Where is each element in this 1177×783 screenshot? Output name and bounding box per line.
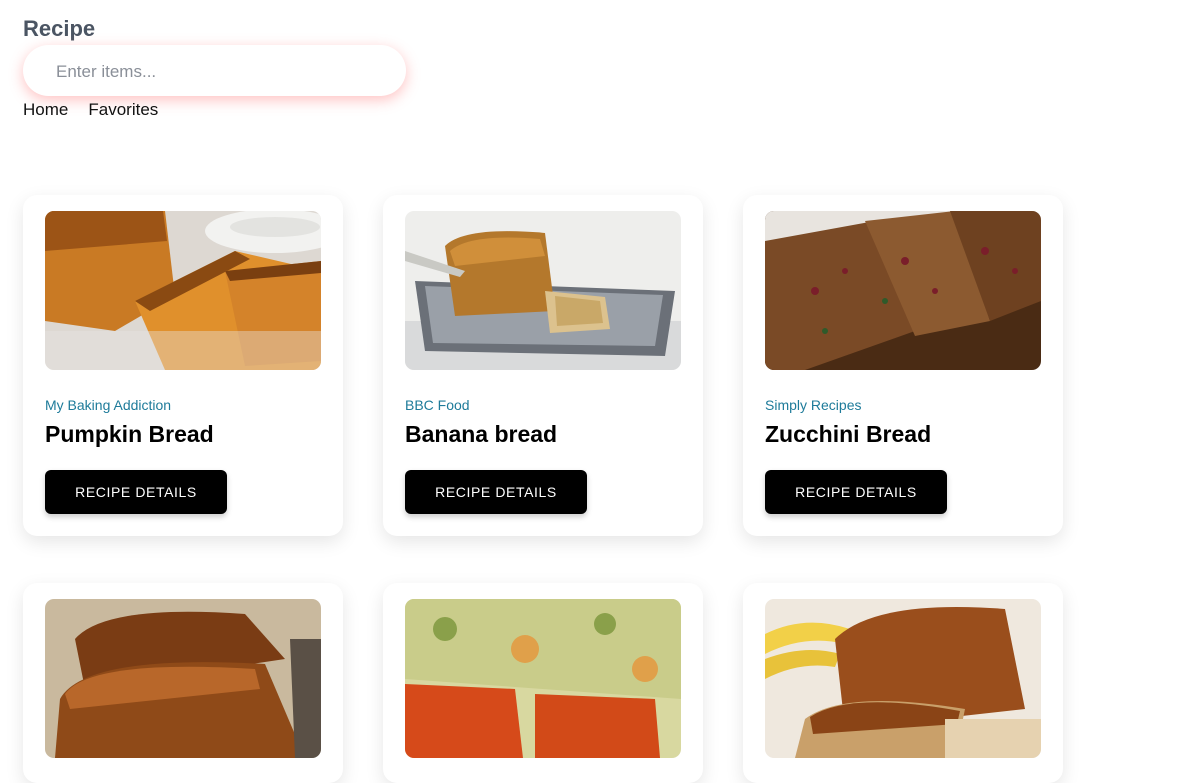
recipe-image	[765, 211, 1041, 370]
recipe-card: Simply Recipes Zucchini Bread RECIPE DET…	[743, 195, 1063, 536]
recipe-card	[23, 583, 343, 783]
nav-favorites-link[interactable]: Favorites	[88, 100, 158, 120]
recipe-source-link[interactable]: My Baking Addiction	[45, 397, 171, 413]
recipe-title: Banana bread	[405, 421, 558, 447]
recipe-title: Zucchini Bread	[765, 421, 932, 447]
search-input[interactable]	[54, 45, 398, 98]
recipe-image	[45, 211, 321, 370]
recipe-image	[405, 211, 681, 370]
main-nav: Home Favorites	[23, 100, 158, 120]
recipe-image	[45, 599, 321, 758]
nav-home-link[interactable]: Home	[23, 100, 68, 120]
recipe-source-link[interactable]: Simply Recipes	[765, 397, 861, 413]
recipe-card: BBC Food Banana bread RECIPE DETAILS	[383, 195, 703, 536]
search-bar	[23, 45, 406, 98]
recipe-image	[765, 599, 1041, 758]
recipe-source-link[interactable]: BBC Food	[405, 397, 470, 413]
recipe-card: My Baking Addiction Pumpkin Bread RECIPE…	[23, 195, 343, 536]
recipe-details-button[interactable]: RECIPE DETAILS	[765, 470, 947, 514]
recipe-details-button[interactable]: RECIPE DETAILS	[405, 470, 587, 514]
recipe-details-button[interactable]: RECIPE DETAILS	[45, 470, 227, 514]
recipe-card	[743, 583, 1063, 783]
recipe-image	[405, 599, 681, 758]
recipe-title: Pumpkin Bread	[45, 421, 214, 447]
app-title: Recipe	[23, 16, 96, 41]
recipe-card	[383, 583, 703, 783]
